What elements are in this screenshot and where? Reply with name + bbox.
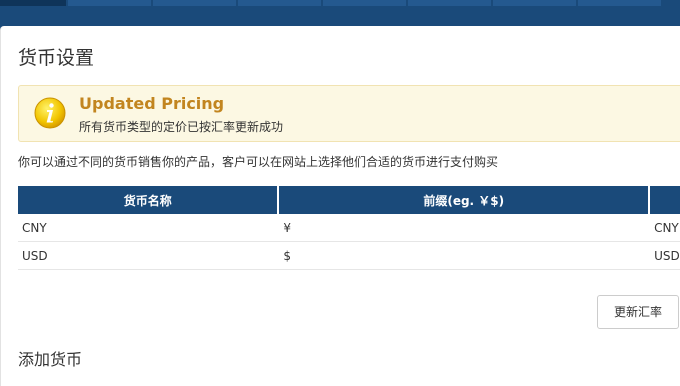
currency-table: 货币名称 前缀(eg. ￥$) CNY ¥ CNY USD $ USD [18, 186, 680, 270]
table-row[interactable]: CNY ¥ CNY [18, 214, 680, 242]
cell-prefix: $ [279, 242, 651, 270]
column-header-name: 货币名称 [18, 186, 280, 214]
column-header-prefix: 前缀(eg. ￥$) [279, 186, 651, 214]
alert-message: 所有货币类型的定价已按汇率更新成功 [79, 120, 284, 134]
content-panel: 货币设置 Updated Pricing 所有货币类型的定价已按汇率更新成功 你… [0, 26, 680, 386]
cell-suffix: CNY [650, 214, 680, 242]
success-alert: Updated Pricing 所有货币类型的定价已按汇率更新成功 [18, 85, 680, 142]
cell-prefix: ¥ [279, 214, 651, 242]
cell-currency-code: USD [18, 242, 280, 270]
table-row[interactable]: USD $ USD [18, 242, 680, 270]
page-description: 你可以通过不同的货币销售你的产品，客户可以在网站上选择他们合适的货币进行支付购买 [18, 155, 499, 169]
info-icon [34, 97, 66, 129]
header-band [0, 6, 680, 26]
alert-title: Updated Pricing [79, 94, 225, 113]
table-header-row: 货币名称 前缀(eg. ￥$) [18, 186, 680, 214]
update-rates-button[interactable]: 更新汇率 [597, 295, 679, 329]
page-title: 货币设置 [18, 47, 95, 69]
cell-currency-code: CNY [18, 214, 280, 242]
add-currency-heading: 添加货币 [18, 350, 83, 369]
column-header-suffix [650, 186, 680, 214]
cell-suffix: USD [650, 242, 680, 270]
